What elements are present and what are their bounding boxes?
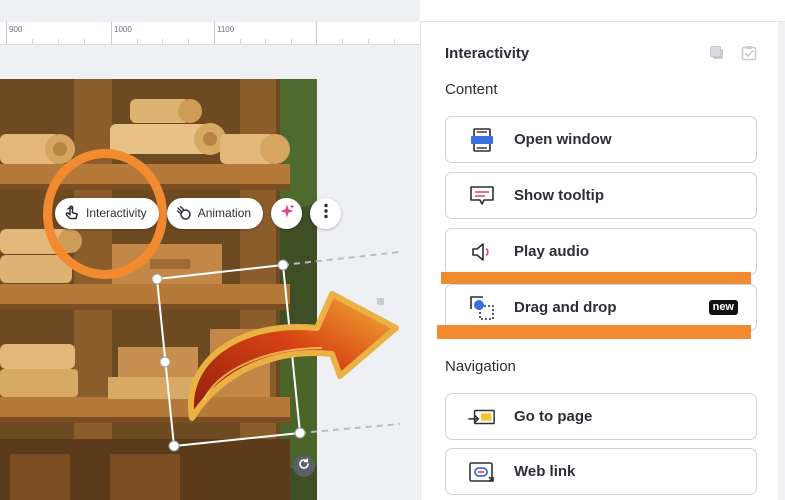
canvas-area[interactable]: 900 1000 1100 Interactivity Animation — [0, 0, 420, 500]
ruler-tick — [214, 22, 215, 45]
panel-actions — [708, 44, 758, 62]
animation-button-label: Animation — [197, 206, 252, 220]
more-options-button[interactable] — [310, 197, 342, 229]
ruler-minor-tick — [137, 39, 138, 44]
show-tooltip-option[interactable]: Show tooltip — [445, 172, 757, 219]
drag-drop-icon — [468, 294, 496, 322]
interactivity-button-label: Interactivity — [86, 206, 147, 220]
ruler-minor-tick — [188, 39, 189, 44]
golden-arrow-graphic[interactable] — [182, 290, 400, 422]
editor-window: 900 1000 1100 Interactivity Animation In… — [0, 0, 785, 500]
speaker-icon — [468, 238, 496, 266]
drag-and-drop-label: Drag and drop — [514, 299, 617, 316]
horizontal-ruler: 900 1000 1100 — [0, 22, 420, 45]
ruler-tick — [6, 22, 7, 45]
drag-and-drop-option[interactable]: Drag and drop new — [445, 284, 757, 331]
ruler-label-1000: 1000 — [114, 25, 132, 34]
link-icon — [468, 458, 496, 486]
checklist-icon[interactable] — [740, 44, 758, 62]
ruler-minor-tick — [240, 39, 241, 44]
tooltip-icon — [468, 182, 496, 210]
go-to-page-label: Go to page — [514, 408, 593, 425]
ruler-minor-tick — [162, 39, 163, 44]
ruler-tick — [111, 22, 112, 45]
go-to-page-option[interactable]: Go to page — [445, 393, 757, 440]
interactivity-panel: Interactivity Content Open window Show t… — [420, 22, 778, 500]
ruler-label-900: 900 — [9, 25, 23, 34]
ruler-minor-tick — [84, 39, 85, 44]
hand-tap-icon — [64, 205, 80, 221]
sparkle-icon — [279, 203, 295, 224]
open-window-option[interactable]: Open window — [445, 116, 757, 163]
animation-button[interactable]: Animation — [166, 197, 264, 229]
orange-highlight-bar-bottom — [437, 325, 751, 339]
window-icon — [468, 126, 496, 154]
content-heading: Content — [445, 81, 498, 98]
ruler-tick — [316, 22, 317, 45]
ruler-minor-tick — [291, 39, 292, 44]
interactivity-button[interactable]: Interactivity — [55, 197, 159, 229]
ruler-minor-tick — [265, 39, 266, 44]
ruler-minor-tick — [58, 39, 59, 44]
play-audio-label: Play audio — [514, 243, 590, 260]
magic-sparkle-button[interactable] — [271, 197, 303, 229]
ruler-minor-tick — [368, 39, 369, 44]
animation-icon — [176, 205, 192, 221]
floating-toolbar: Interactivity Animation — [55, 197, 342, 229]
copy-icon[interactable] — [708, 44, 726, 62]
go-to-page-icon — [468, 403, 496, 431]
new-badge: new — [708, 300, 738, 315]
ruler-label-1100: 1100 — [217, 25, 235, 34]
orange-highlight-bar-top — [441, 272, 751, 284]
vertical-dots-icon — [323, 203, 328, 224]
web-link-option[interactable]: Web link — [445, 448, 757, 495]
ruler-minor-tick — [342, 39, 343, 44]
open-window-label: Open window — [514, 131, 612, 148]
rotate-handle[interactable] — [293, 455, 315, 477]
navigation-heading: Navigation — [445, 358, 516, 375]
panel-scrollbar[interactable] — [778, 22, 785, 500]
rotate-icon — [298, 457, 310, 475]
panel-title: Interactivity — [445, 45, 530, 62]
show-tooltip-label: Show tooltip — [514, 187, 604, 204]
ruler-minor-tick — [394, 39, 395, 44]
play-audio-option[interactable]: Play audio — [445, 228, 757, 275]
web-link-label: Web link — [514, 463, 576, 480]
ruler-minor-tick — [32, 39, 33, 44]
